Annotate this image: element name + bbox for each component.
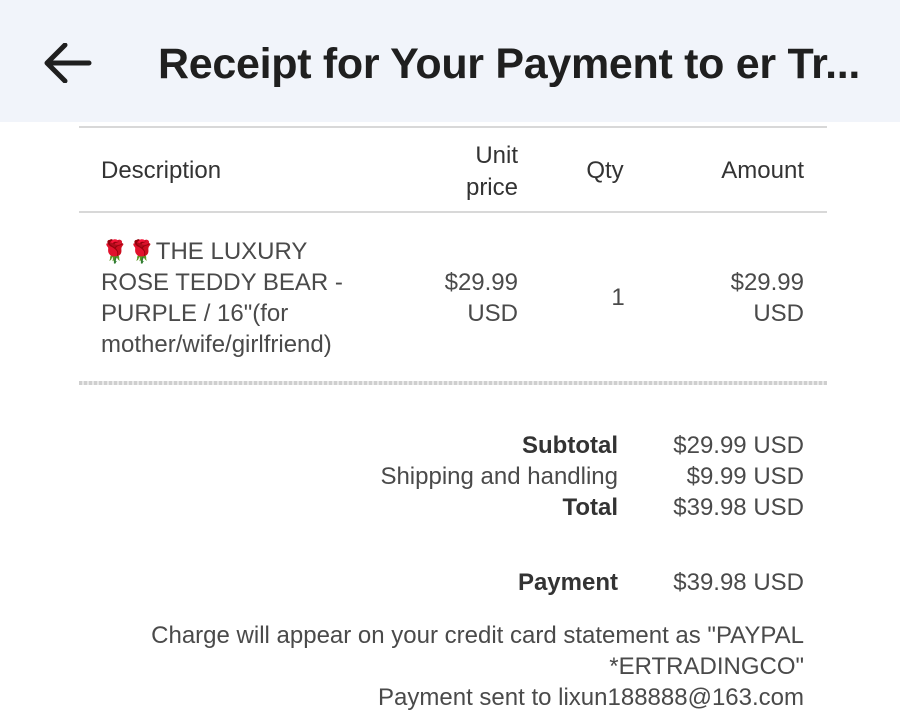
column-header-qty: Qty (586, 157, 624, 184)
item-description-line-3: PURPLE / 16"(for (101, 300, 289, 327)
payment-recipient: Payment sent to lixun188888@163.com (378, 684, 804, 711)
payment-label: Payment (517, 569, 618, 596)
table-top-divider (79, 126, 827, 128)
subtotal-label: Subtotal (522, 432, 618, 459)
column-header-unit-price-line2: price (465, 174, 518, 201)
item-unit-price-currency: USD (467, 300, 518, 327)
payment-value: $39.98 USD (673, 569, 804, 596)
item-description-line-1: 🌹🌹THE LUXURY (101, 238, 308, 265)
statement-note-line-2: *ERTRADINGCO" (609, 653, 804, 680)
item-qty: 1 (611, 284, 625, 311)
column-header-amount: Amount (721, 157, 804, 184)
page-title: Receipt for Your Payment to er Tr... (158, 40, 861, 88)
subtotal-value: $29.99 USD (673, 432, 804, 459)
item-description-line-4: mother/wife/girlfriend) (101, 331, 332, 358)
back-button[interactable] (38, 36, 98, 90)
total-value: $39.98 USD (673, 494, 804, 521)
statement-note-line-1: Charge will appear on your credit card s… (151, 622, 804, 649)
table-bottom-divider (79, 381, 827, 385)
total-label: Total (562, 494, 618, 521)
item-unit-price: $29.99 (444, 269, 518, 296)
shipping-value: $9.99 USD (686, 463, 804, 490)
item-amount: $29.99 (730, 269, 804, 296)
shipping-label: Shipping and handling (380, 463, 618, 490)
app-bar: Receipt for Your Payment to er Tr... (0, 0, 900, 122)
item-amount-currency: USD (753, 300, 804, 327)
arrow-left-icon (44, 43, 92, 83)
item-description-line-2: ROSE TEDDY BEAR - (101, 269, 343, 296)
rose-emoji-icon: 🌹🌹 (101, 239, 156, 264)
column-header-unit-price-line1: Unit (475, 142, 518, 169)
table-header-divider (79, 211, 827, 213)
column-header-description: Description (101, 157, 222, 184)
